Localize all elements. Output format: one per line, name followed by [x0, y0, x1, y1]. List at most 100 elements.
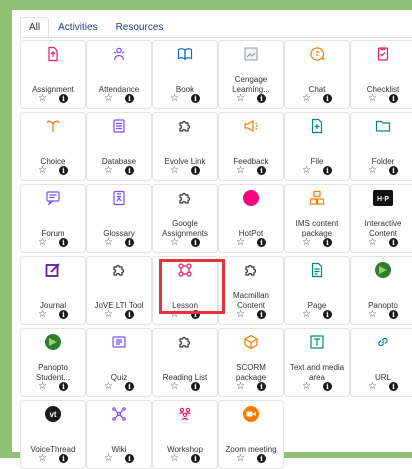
star-icon[interactable]: ☆ — [104, 453, 113, 464]
star-icon[interactable]: ☆ — [368, 93, 377, 104]
star-icon[interactable]: ☆ — [104, 309, 113, 320]
star-icon[interactable]: ☆ — [368, 381, 377, 392]
star-icon[interactable]: ☆ — [368, 165, 377, 176]
activity-tile-cengage-learning[interactable]: Cengage Learning... ☆ i — [218, 40, 284, 109]
info-icon[interactable]: i — [124, 238, 134, 247]
star-icon[interactable]: ☆ — [236, 165, 245, 176]
activity-tile-jove-lti-tool[interactable]: JoVE LTI Tool ☆ i — [86, 256, 152, 325]
activity-tile-reading-list[interactable]: Reading List ☆ i — [152, 328, 218, 397]
info-icon[interactable]: i — [190, 94, 200, 103]
activity-tile-macmillan-content[interactable]: Macmillan Content ☆ i — [218, 256, 284, 325]
activity-tile-interactive-content[interactable]: H·P Interactive Content ☆ i — [350, 184, 412, 253]
tab-activities[interactable]: Activities — [49, 17, 106, 38]
activity-tile-choice[interactable]: Choice ☆ i — [20, 112, 86, 181]
info-icon[interactable]: i — [58, 310, 68, 319]
star-icon[interactable]: ☆ — [38, 165, 47, 176]
activity-tile-forum[interactable]: Forum ☆ i — [20, 184, 86, 253]
activity-tile-scorm-package[interactable]: SCORM package ☆ i — [218, 328, 284, 397]
star-icon[interactable]: ☆ — [236, 381, 245, 392]
info-icon[interactable]: i — [256, 454, 266, 463]
activity-tile-lesson[interactable]: Lesson ☆ i — [152, 256, 218, 325]
activity-tile-attendance[interactable]: Attendance ☆ i — [86, 40, 152, 109]
info-icon[interactable]: i — [190, 382, 200, 391]
star-icon[interactable]: ☆ — [170, 381, 179, 392]
activity-tile-ims-content-package[interactable]: IMS content package ☆ i — [284, 184, 350, 253]
activity-tile-evolve-link[interactable]: Evolve Link ☆ i — [152, 112, 218, 181]
star-icon[interactable]: ☆ — [38, 381, 47, 392]
info-icon[interactable]: i — [58, 238, 68, 247]
activity-tile-glossary[interactable]: Glossary ☆ i — [86, 184, 152, 253]
info-icon[interactable]: i — [322, 166, 332, 175]
info-icon[interactable]: i — [256, 382, 266, 391]
info-icon[interactable]: i — [322, 382, 332, 391]
info-icon[interactable]: i — [388, 166, 398, 175]
star-icon[interactable]: ☆ — [302, 93, 311, 104]
activity-tile-zoom-meeting[interactable]: Zoom meeting ☆ i — [218, 400, 284, 469]
activity-tile-google-assignments[interactable]: Google Assignments ☆ i — [152, 184, 218, 253]
star-icon[interactable]: ☆ — [170, 453, 179, 464]
activity-tile-assignment[interactable]: Assignment ☆ i — [20, 40, 86, 109]
activity-tile-hotpot[interactable]: HotPot ☆ i — [218, 184, 284, 253]
info-icon[interactable]: i — [58, 382, 68, 391]
activity-tile-feedback[interactable]: Feedback ☆ i — [218, 112, 284, 181]
star-icon[interactable]: ☆ — [236, 237, 245, 248]
activity-tile-database[interactable]: Database ☆ i — [86, 112, 152, 181]
info-icon[interactable]: i — [58, 94, 68, 103]
tab-resources[interactable]: Resources — [107, 17, 173, 38]
star-icon[interactable]: ☆ — [170, 237, 179, 248]
info-icon[interactable]: i — [190, 454, 200, 463]
info-icon[interactable]: i — [388, 94, 398, 103]
star-icon[interactable]: ☆ — [38, 309, 47, 320]
activity-tile-page[interactable]: Page ☆ i — [284, 256, 350, 325]
activity-tile-book[interactable]: Book ☆ i — [152, 40, 218, 109]
info-icon[interactable]: i — [124, 382, 134, 391]
star-icon[interactable]: ☆ — [38, 453, 47, 464]
star-icon[interactable]: ☆ — [104, 165, 113, 176]
info-icon[interactable]: i — [58, 454, 68, 463]
activity-tile-chat[interactable]: Chat ☆ i — [284, 40, 350, 109]
star-icon[interactable]: ☆ — [236, 93, 245, 104]
star-icon[interactable]: ☆ — [170, 165, 179, 176]
info-icon[interactable]: i — [256, 166, 266, 175]
star-icon[interactable]: ☆ — [302, 165, 311, 176]
info-icon[interactable]: i — [256, 94, 266, 103]
activity-tile-panopto[interactable]: Panopto ☆ i — [350, 256, 412, 325]
star-icon[interactable]: ☆ — [302, 309, 311, 320]
info-icon[interactable]: i — [322, 310, 332, 319]
star-icon[interactable]: ☆ — [38, 93, 47, 104]
info-icon[interactable]: i — [124, 310, 134, 319]
info-icon[interactable]: i — [322, 238, 332, 247]
info-icon[interactable]: i — [190, 166, 200, 175]
info-icon[interactable]: i — [322, 94, 332, 103]
activity-tile-text-and-media-area[interactable]: Text and media area ☆ i — [284, 328, 350, 397]
activity-tile-folder[interactable]: Folder ☆ i — [350, 112, 412, 181]
activity-tile-voicethread[interactable]: vt VoiceThread ☆ i — [20, 400, 86, 469]
star-icon[interactable]: ☆ — [104, 381, 113, 392]
activity-tile-panopto-student[interactable]: Panopto Student... ☆ i — [20, 328, 86, 397]
info-icon[interactable]: i — [256, 238, 266, 247]
activity-tile-workshop[interactable]: Workshop ☆ i — [152, 400, 218, 469]
info-icon[interactable]: i — [124, 166, 134, 175]
star-icon[interactable]: ☆ — [170, 309, 179, 320]
star-icon[interactable]: ☆ — [236, 453, 245, 464]
star-icon[interactable]: ☆ — [368, 237, 377, 248]
info-icon[interactable]: i — [388, 238, 398, 247]
star-icon[interactable]: ☆ — [38, 237, 47, 248]
tab-all[interactable]: All — [20, 17, 50, 39]
activity-tile-checklist[interactable]: Checklist ☆ i — [350, 40, 412, 109]
info-icon[interactable]: i — [58, 166, 68, 175]
star-icon[interactable]: ☆ — [302, 381, 311, 392]
star-icon[interactable]: ☆ — [236, 309, 245, 320]
info-icon[interactable]: i — [190, 238, 200, 247]
info-icon[interactable]: i — [124, 454, 134, 463]
info-icon[interactable]: i — [124, 94, 134, 103]
star-icon[interactable]: ☆ — [104, 93, 113, 104]
activity-tile-url[interactable]: URL ☆ i — [350, 328, 412, 397]
activity-tile-wiki[interactable]: Wiki ☆ i — [86, 400, 152, 469]
activity-tile-journal[interactable]: Journal ☆ i — [20, 256, 86, 325]
star-icon[interactable]: ☆ — [302, 237, 311, 248]
info-icon[interactable]: i — [388, 382, 398, 391]
activity-tile-file[interactable]: File ☆ i — [284, 112, 350, 181]
info-icon[interactable]: i — [190, 310, 200, 319]
star-icon[interactable]: ☆ — [170, 93, 179, 104]
